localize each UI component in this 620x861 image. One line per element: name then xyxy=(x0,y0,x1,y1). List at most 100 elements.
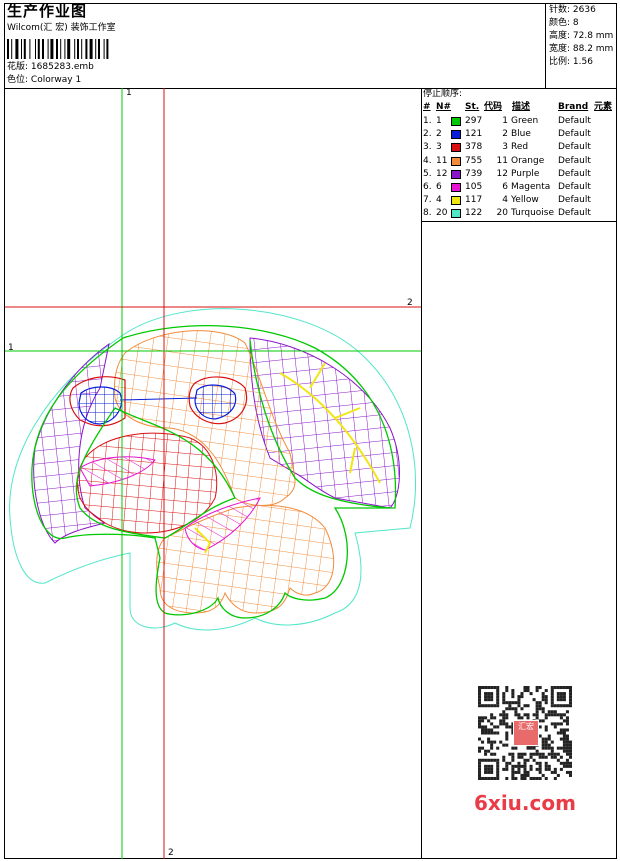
design-file-name: 1685283.emb xyxy=(30,62,94,72)
sequence-cell-st: 117 xyxy=(465,195,483,206)
barcode-bar xyxy=(98,39,100,59)
qr-module xyxy=(514,776,518,780)
stat-colors: 颜色: 8 xyxy=(549,18,579,28)
qr-module xyxy=(520,716,524,720)
barcode-icon xyxy=(7,39,109,59)
qr-module xyxy=(502,692,506,696)
qr-module xyxy=(511,752,515,756)
qr-module xyxy=(538,734,542,738)
qr-module xyxy=(484,686,488,690)
qr-module xyxy=(565,728,569,732)
qr-module xyxy=(559,695,563,699)
qr-module xyxy=(526,704,530,708)
qr-module xyxy=(514,707,518,711)
qr-module xyxy=(562,692,566,696)
qr-module xyxy=(484,767,488,771)
qr-module xyxy=(496,758,500,762)
qr-module xyxy=(499,713,503,717)
qr-module xyxy=(502,701,506,705)
sequence-title: 停止顺序: xyxy=(423,89,463,99)
qr-module xyxy=(562,764,566,768)
qr-module xyxy=(502,698,506,702)
qr-module xyxy=(565,761,569,765)
qr-module xyxy=(529,746,533,750)
qr-module xyxy=(553,704,557,708)
qr-module xyxy=(541,698,545,702)
qr-module xyxy=(532,746,536,750)
qr-module xyxy=(508,752,512,756)
qr-module xyxy=(565,752,569,756)
qr-module xyxy=(556,713,560,717)
qr-module xyxy=(526,713,530,717)
qr-module xyxy=(487,737,491,741)
qr-module xyxy=(559,698,563,702)
sequence-cell-n: 11 xyxy=(436,155,448,166)
qr-module xyxy=(493,716,497,720)
qr-module xyxy=(550,749,554,753)
qr-module xyxy=(538,764,542,768)
qr-module xyxy=(559,716,563,720)
qr-module xyxy=(535,704,539,708)
qr-module xyxy=(568,764,572,768)
qr-module xyxy=(538,719,542,723)
qr-module xyxy=(478,737,482,741)
qr-module xyxy=(535,713,539,717)
sequence-cell-st: 121 xyxy=(465,129,483,140)
qr-module xyxy=(547,737,551,741)
qr-module xyxy=(562,746,566,750)
qr-module xyxy=(523,686,527,690)
qr-module xyxy=(559,755,563,759)
qr-module xyxy=(505,701,509,705)
qr-module xyxy=(568,689,572,693)
qr-module xyxy=(496,701,500,705)
qr-module xyxy=(487,776,491,780)
qr-module xyxy=(550,752,554,756)
qr-module xyxy=(508,725,512,729)
sequence-cell-st: 105 xyxy=(465,182,483,192)
qr-module xyxy=(478,746,482,750)
qr-module xyxy=(484,776,488,780)
qr-module xyxy=(505,764,509,768)
sequence-cell-code: 11 xyxy=(496,155,508,166)
sequence-cell-desc: Red xyxy=(511,142,529,153)
qr-module xyxy=(484,731,488,735)
qr-module xyxy=(511,773,515,777)
qr-module xyxy=(556,698,560,702)
qr-module xyxy=(535,749,539,753)
qr-module xyxy=(532,698,536,702)
sequence-cell-num: 8. xyxy=(423,208,432,219)
qr-module xyxy=(517,695,521,699)
qr-module xyxy=(553,770,557,774)
qr-module xyxy=(535,710,539,714)
col-header-st: St. xyxy=(465,102,480,112)
qr-module xyxy=(478,722,482,726)
sequence-cell-n: 12 xyxy=(436,168,448,179)
col-header-code: 代码 xyxy=(484,102,503,112)
qr-module xyxy=(556,746,560,750)
qr-module xyxy=(484,764,488,768)
qr-module xyxy=(496,695,500,699)
stat-stitches: 针数: 2636 xyxy=(549,5,596,15)
qr-module xyxy=(565,722,569,726)
qr-module xyxy=(484,698,488,702)
qr-module xyxy=(490,722,494,726)
qr-module xyxy=(562,734,566,738)
barcode-bar xyxy=(77,39,79,59)
qr-module xyxy=(478,749,482,753)
qr-module xyxy=(562,728,566,732)
page-title: 生产作业图 xyxy=(7,2,88,20)
qr-module xyxy=(490,743,494,747)
qr-module xyxy=(529,767,533,771)
qr-module xyxy=(565,743,569,747)
qr-module xyxy=(550,746,554,750)
qr-module xyxy=(514,746,518,750)
sequence-cell-num: 3. xyxy=(423,142,432,153)
qr-module xyxy=(562,698,566,702)
col-header-desc: 描述 xyxy=(512,102,531,112)
qr-module xyxy=(550,701,554,705)
qr-module xyxy=(484,692,488,696)
sequence-cell-num: 5. xyxy=(423,168,432,179)
qr-module xyxy=(565,770,569,774)
qr-module xyxy=(550,704,554,708)
qr-module xyxy=(514,770,518,774)
